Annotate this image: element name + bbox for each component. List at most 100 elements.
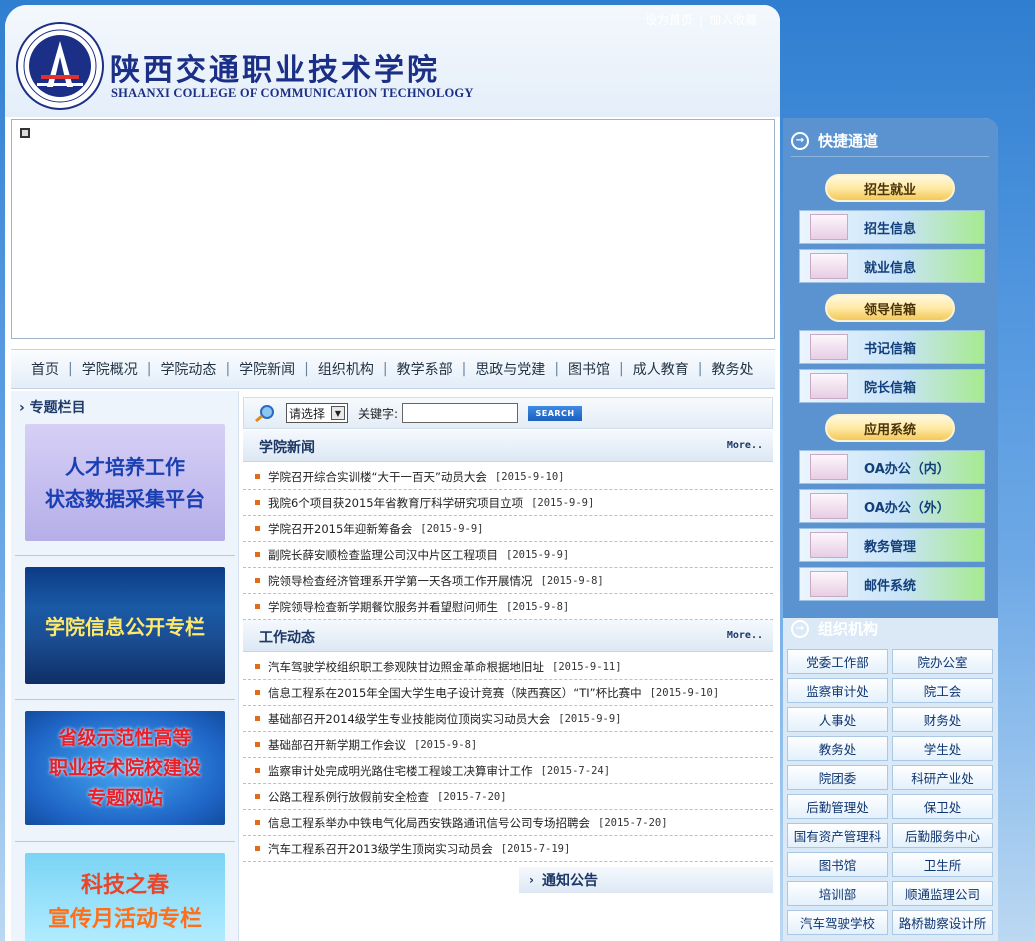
org-link[interactable]: 汽车驾驶学校 (787, 910, 888, 935)
keyword-input[interactable] (402, 403, 519, 423)
news-title[interactable]: 基础部召开新学期工作会议 (268, 737, 406, 753)
news-item[interactable]: 信息工程系在2015年全国大学生电子设计竞赛（陕西赛区）“TI”杯比赛中 [201… (243, 680, 773, 706)
set-homepage-link[interactable]: 设为首页 (645, 13, 693, 27)
org-link[interactable]: 卫生所 (892, 852, 993, 877)
org-link[interactable]: 路桥勘察设计所 (892, 910, 993, 935)
document-icon (810, 493, 848, 519)
nav-item-overview[interactable]: 学院概况 (82, 359, 138, 379)
news-item[interactable]: 信息工程系举办中铁电气化局西安铁路通讯信号公司专场招聘会 [2015-7-20] (243, 810, 773, 836)
quick-link-button[interactable]: 院长信箱 (799, 369, 985, 403)
college-logo-icon (16, 22, 104, 110)
news-title[interactable]: 院领导检查经济管理系开学第一天各项工作开展情况 (268, 573, 533, 589)
org-link[interactable]: 后勤管理处 (787, 794, 888, 819)
quick-link-button[interactable]: 招生信息 (799, 210, 985, 244)
nav-item-news[interactable]: 学院新闻 (239, 359, 295, 379)
org-link[interactable]: 培训部 (787, 881, 888, 906)
nav-item-party[interactable]: 思政与党建 (475, 359, 545, 379)
news-title[interactable]: 信息工程系举办中铁电气化局西安铁路通讯信号公司专场招聘会 (268, 815, 590, 831)
news-date: [2015-9-8] (506, 600, 570, 613)
org-link[interactable]: 院工会 (892, 678, 993, 703)
news-item[interactable]: 副院长薛安顺检查监理公司汉中片区工程项目 [2015-9-9] (243, 542, 773, 568)
news-date: [2015-7-20] (437, 790, 507, 803)
news-date: [2015-9-9] (558, 712, 622, 725)
news-item[interactable]: 学院召开2015年迎新筹备会 [2015-9-9] (243, 516, 773, 542)
nav-item-departments[interactable]: 教学系部 (397, 359, 453, 379)
org-link[interactable]: 后勤服务中心 (892, 823, 993, 848)
nav-item-dynamics[interactable]: 学院动态 (160, 359, 216, 379)
notice-title: 通知公告 (541, 873, 598, 889)
search-category-select[interactable]: 请选择 ▼ (286, 403, 348, 423)
nav-separator: | (461, 361, 467, 377)
org-link[interactable]: 财务处 (892, 707, 993, 732)
center-column: 请选择 ▼ 关键字: SEARCH 学院新闻 More.. 学院召开综合实训楼“… (243, 391, 775, 941)
nav-separator: | (382, 361, 388, 377)
news-item[interactable]: 汽车驾驶学校组织职工参观陕甘边照金革命根据地旧址 [2015-9-11] (243, 654, 773, 680)
org-link[interactable]: 科研产业处 (892, 765, 993, 790)
nav-item-home[interactable]: 首页 (31, 359, 59, 379)
talent-data-platform-banner[interactable]: 人才培养工作 状态数据采集平台 (25, 424, 225, 541)
org-link[interactable]: 党委工作部 (787, 649, 888, 674)
news-title[interactable]: 监察审计处完成明光路住宅楼工程竣工决算审计工作 (268, 763, 533, 779)
nav-separator: | (554, 361, 560, 377)
news-title[interactable]: 信息工程系在2015年全国大学生电子设计竞赛（陕西赛区）“TI”杯比赛中 (268, 685, 642, 701)
news-title[interactable]: 学院召开2015年迎新筹备会 (268, 521, 412, 537)
org-link[interactable]: 院团委 (787, 765, 888, 790)
chevron-right-icon: › (19, 400, 25, 416)
right-sidebar: → 快捷通道 招生就业 招生信息 就业信息 领导信箱 书记信箱 院长信箱 应用系统 OA办公（… (783, 118, 998, 941)
org-link[interactable]: 学生处 (892, 736, 993, 761)
news-title[interactable]: 基础部召开2014级学生专业技能岗位顶岗实习动员大会 (268, 711, 550, 727)
news-item[interactable]: 学院领导检查新学期餐饮服务并看望慰问师生 [2015-9-8] (243, 594, 773, 620)
org-link[interactable]: 顺通监理公司 (892, 881, 993, 906)
news-title[interactable]: 汽车驾驶学校组织职工参观陕甘边照金革命根据地旧址 (268, 659, 544, 675)
news-title[interactable]: 学院召开综合实训楼“大干一百天”动员大会 (268, 469, 487, 485)
nav-separator: | (619, 361, 624, 377)
news-title[interactable]: 汽车工程系召开2013级学生顶岗实习动员会 (268, 841, 493, 857)
org-link[interactable]: 人事处 (787, 707, 888, 732)
news-item[interactable]: 汽车工程系召开2013级学生顶岗实习动员会 [2015-7-19] (243, 836, 773, 862)
org-link[interactable]: 教务处 (787, 736, 888, 761)
top-links: 设为首页 | 加入收藏 (645, 11, 757, 28)
news-item[interactable]: 院领导检查经济管理系开学第一天各项工作开展情况 [2015-9-8] (243, 568, 773, 594)
notice-header[interactable]: › 通知公告 (519, 867, 773, 893)
model-banner-line2: 职业技术院校建设 (48, 757, 201, 779)
news-item[interactable]: 我院6个项目获2015年省教育厅科学研究项目立项 [2015-9-9] (243, 490, 773, 516)
news-title[interactable]: 副院长薛安顺检查监理公司汉中片区工程项目 (268, 547, 498, 563)
nav-item-adult-education[interactable]: 成人教育 (633, 359, 689, 379)
quick-link-button[interactable]: 就业信息 (799, 249, 985, 283)
quick-link-button[interactable]: 邮件系统 (799, 567, 985, 601)
college-news-more-link[interactable]: More.. (727, 440, 763, 451)
nav-item-library[interactable]: 图书馆 (568, 359, 610, 379)
tech-spring-banner[interactable]: 科技之春 宣传月活动专栏 (25, 853, 225, 941)
news-item[interactable]: 基础部召开2014级学生专业技能岗位顶岗实习动员大会 [2015-9-9] (243, 706, 773, 732)
work-news-more-link[interactable]: More.. (727, 630, 763, 641)
news-date: [2015-7-24] (540, 764, 611, 777)
news-item[interactable]: 监察审计处完成明光路住宅楼工程竣工决算审计工作 [2015-7-24] (243, 758, 773, 784)
search-button[interactable]: SEARCH (528, 405, 583, 421)
bullet-icon (255, 716, 260, 721)
news-title[interactable]: 学院领导检查新学期餐饮服务并看望慰问师生 (268, 599, 498, 615)
college-news-list: 学院召开综合实训楼“大干一百天”动员大会 [2015-9-10] 我院6个项目获20… (243, 464, 773, 620)
quick-link-button[interactable]: 教务管理 (799, 528, 985, 562)
quick-link-button[interactable]: 书记信箱 (799, 330, 985, 364)
org-link[interactable]: 图书馆 (787, 852, 888, 877)
info-disclosure-banner[interactable]: 学院信息公开专栏 (25, 567, 225, 684)
org-link[interactable]: 院办公室 (892, 649, 993, 674)
org-link[interactable]: 保卫处 (892, 794, 993, 819)
news-item[interactable]: 学院召开综合实训楼“大干一百天”动员大会 [2015-9-10] (243, 464, 773, 490)
school-name-cn: 陕西交通职业技术学院 (110, 53, 440, 88)
news-title[interactable]: 我院6个项目获2015年省教育厅科学研究项目立项 (268, 495, 523, 511)
org-link[interactable]: 国有资产管理科 (787, 823, 888, 848)
org-link[interactable]: 监察审计处 (787, 678, 888, 703)
nav-item-organization[interactable]: 组织机构 (318, 359, 374, 379)
news-item[interactable]: 公路工程系例行放假前安全检查 [2015-7-20] (243, 784, 773, 810)
nav-item-academic-affairs[interactable]: 教务处 (711, 359, 753, 379)
news-title[interactable]: 公路工程系例行放假前安全检查 (268, 789, 429, 805)
news-item[interactable]: 基础部召开新学期工作会议 [2015-9-8] (243, 732, 773, 758)
quick-link-button[interactable]: OA办公（内） (799, 450, 985, 484)
model-college-banner[interactable]: 省级示范性高等 职业技术院校建设 专题网站 (25, 711, 225, 825)
nav-separator: | (225, 361, 231, 377)
news-date: [2015-9-9] (531, 496, 595, 509)
quick-group-label: 领导信箱 (825, 294, 955, 322)
add-favorite-link[interactable]: 加入收藏 (709, 13, 757, 27)
quick-link-button[interactable]: OA办公（外） (799, 489, 985, 523)
